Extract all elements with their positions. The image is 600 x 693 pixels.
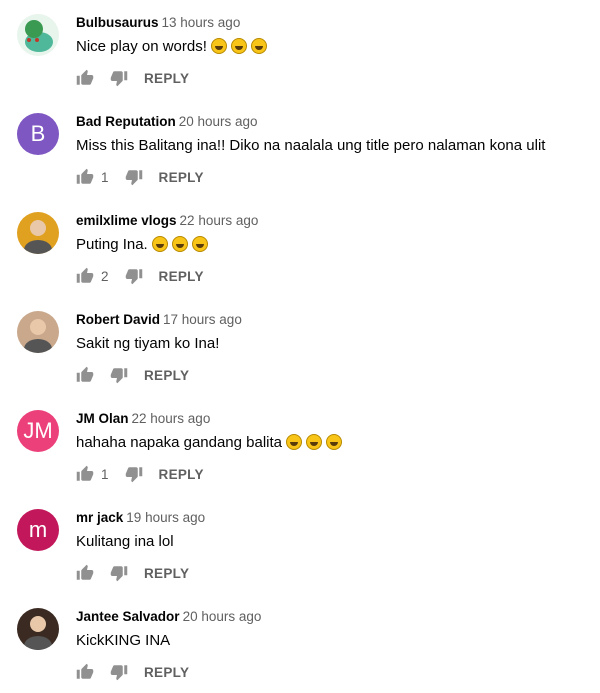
rofl-emoji-icon [151,236,168,252]
like-icon[interactable] [76,366,94,384]
comment-thread: emilxlime vlogs 22 hours ago Puting Ina. 2 R… [0,198,600,297]
avatar[interactable]: B [17,113,59,155]
comment-actions: REPLY [76,66,189,90]
avatar-letter: B [30,121,46,146]
comment-body: Kulitang ina lol [76,533,174,550]
grin-emoji-icon [326,434,343,450]
author-name[interactable]: Jantee Salvador [76,609,180,624]
like-icon[interactable] [76,69,94,87]
comment-text: Miss this Balitang ina!! Diko na naalala… [76,136,545,156]
comment-actions: 1 REPLY [76,462,204,486]
reply-button[interactable]: REPLY [144,368,189,383]
comment-time[interactable]: 20 hours ago [179,114,258,129]
reply-button[interactable]: REPLY [159,467,204,482]
comment-actions: REPLY [76,363,189,387]
comment-body: Miss this Balitang ina!! Diko na naalala… [76,137,546,154]
comment-header: mr jack 19 hours ago [76,509,205,527]
person-avatar[interactable] [17,311,59,353]
like-icon[interactable] [76,465,94,483]
comment-thread: Robert David 17 hours ago Sakit ng tiyam k… [0,297,600,396]
comment-body: Sakit ng tiyam ko Ina! [76,335,220,352]
comment-header: emilxlime vlogs 22 hours ago [76,212,258,230]
comment-text: Puting Ina. [76,235,208,255]
like-count: 1 [101,169,109,185]
comment-time[interactable]: 20 hours ago [183,609,262,624]
grin-emoji-icon [286,434,303,450]
avatar[interactable]: JM [17,410,59,452]
reply-button[interactable]: REPLY [159,170,204,185]
comment-thread: m mr jack 19 hours ago Kulitang ina lol REPL… [0,495,600,594]
author-name[interactable]: emilxlime vlogs [76,213,177,228]
comment-body: hahaha napaka gandang balita [76,434,283,451]
comment-actions: REPLY [76,660,189,684]
comment-header: Bad Reputation 20 hours ago [76,113,258,131]
comment-body: Puting Ina. [76,236,148,253]
comment-text: KickKING INA [76,631,170,651]
reply-button[interactable]: REPLY [144,71,189,86]
comment-header: JM Olan 22 hours ago [76,410,210,428]
comment-time[interactable]: 19 hours ago [126,510,205,525]
author-name[interactable]: mr jack [76,510,123,525]
like-count: 2 [101,268,109,284]
comment-body: KickKING INA [76,632,171,649]
author-name[interactable]: Robert David [76,312,160,327]
rofl-emoji-icon [230,38,247,54]
reply-button[interactable]: REPLY [144,566,189,581]
comment-text: Sakit ng tiyam ko Ina! [76,334,219,354]
comment-time[interactable]: 13 hours ago [162,15,241,30]
rofl-emoji-icon [191,236,208,252]
person-avatar[interactable] [17,212,59,254]
like-icon[interactable] [76,663,94,681]
dislike-icon[interactable] [125,267,143,285]
comment-thread: JM JM Olan 22 hours ago hahaha napaka ganda… [0,396,600,495]
dislike-icon[interactable] [125,465,143,483]
author-name[interactable]: Bulbusaurus [76,15,159,30]
comment-header: Bulbusaurus 13 hours ago [76,14,240,32]
comment-text: hahaha napaka gandang balita [76,433,343,453]
comment-actions: 1 REPLY [76,165,204,189]
rofl-emoji-icon [210,38,227,54]
comment-header: Robert David 17 hours ago [76,311,242,329]
like-icon[interactable] [76,168,94,186]
like-icon[interactable] [76,564,94,582]
person-avatar[interactable] [17,608,59,650]
bulbasaur-avatar[interactable] [17,14,59,56]
rofl-emoji-icon [250,38,267,54]
dislike-icon[interactable] [110,366,128,384]
avatar[interactable]: m [17,509,59,551]
comment-text: Kulitang ina lol [76,532,174,552]
grin-emoji-icon [306,434,323,450]
comment-body: Nice play on words! [76,38,207,55]
comment-time[interactable]: 22 hours ago [132,411,211,426]
comment-actions: REPLY [76,561,189,585]
like-count: 1 [101,466,109,482]
rofl-emoji-icon [171,236,188,252]
like-icon[interactable] [76,267,94,285]
dislike-icon[interactable] [110,663,128,681]
reply-button[interactable]: REPLY [144,665,189,680]
author-name[interactable]: JM Olan [76,411,129,426]
dislike-icon[interactable] [110,564,128,582]
comment-thread: B Bad Reputation 20 hours ago Miss this Bal… [0,99,600,198]
comment-time[interactable]: 22 hours ago [180,213,259,228]
author-name[interactable]: Bad Reputation [76,114,176,129]
dislike-icon[interactable] [125,168,143,186]
comment-header: Jantee Salvador 20 hours ago [76,608,261,626]
comment-actions: 2 REPLY [76,264,204,288]
comment-thread: Jantee Salvador 20 hours ago KickKING INA R… [0,594,600,693]
avatar-letter: JM [23,418,53,443]
comment-time[interactable]: 17 hours ago [163,312,242,327]
reply-button[interactable]: REPLY [159,269,204,284]
comment-thread: Bulbusaurus 13 hours ago Nice play on word… [0,0,600,99]
comment-text: Nice play on words! [76,37,267,57]
dislike-icon[interactable] [110,69,128,87]
avatar-letter: m [28,517,48,542]
